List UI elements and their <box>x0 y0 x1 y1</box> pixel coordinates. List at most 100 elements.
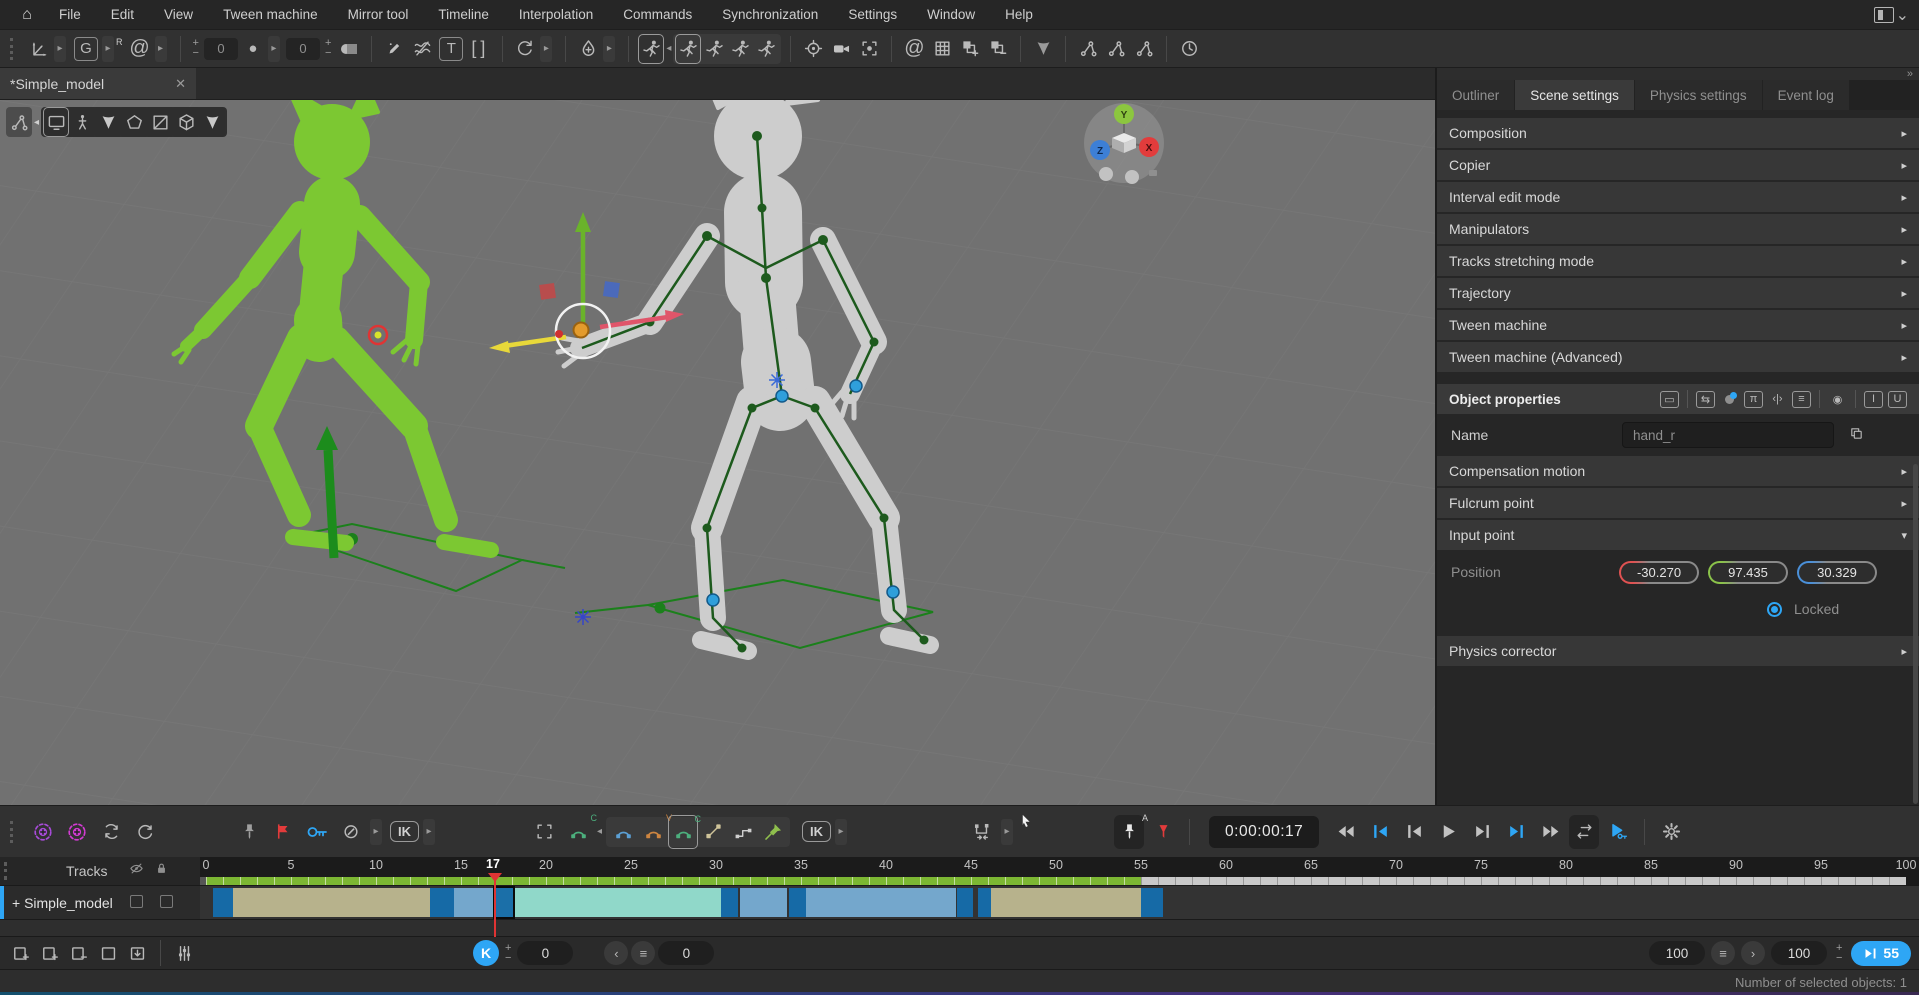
interval-value-left[interactable]: 0 <box>203 37 238 60</box>
track-segment-blue[interactable] <box>739 888 788 917</box>
pivot-target-button[interactable] <box>800 34 826 64</box>
trajectory-add-button[interactable] <box>575 34 601 64</box>
remove-layer-button[interactable] <box>985 34 1011 64</box>
track-mixer-button[interactable] <box>171 940 197 966</box>
cycle-tool-button[interactable] <box>512 34 538 64</box>
keyframe-flyout[interactable]: ▸ <box>267 35 280 62</box>
ik2-flyout[interactable]: ▸ <box>835 818 848 845</box>
section-copier[interactable]: Copier ▸ <box>1437 150 1919 180</box>
hide-tracks-icon[interactable] <box>129 861 144 881</box>
clear-interval-button[interactable] <box>95 940 121 966</box>
track-segment-khaki[interactable] <box>991 888 1141 917</box>
mesh-mode-button[interactable] <box>173 107 200 137</box>
code-props-icon[interactable]: ‹|› <box>1768 391 1787 408</box>
fulcrum-add-button[interactable] <box>28 815 58 849</box>
viewport-3d[interactable]: ◂ Y Z X <box>0 100 1435 805</box>
timer-button[interactable] <box>1176 34 1202 64</box>
menu-item-window[interactable]: Window <box>912 0 990 30</box>
jump-start-button[interactable] <box>1365 815 1395 849</box>
ghost-mode-button[interactable]: G <box>74 36 98 61</box>
layout-switcher[interactable]: ⌄ <box>1873 5 1919 25</box>
menu-item-tween-machine[interactable]: Tween machine <box>208 0 333 30</box>
filter-mode-button[interactable] <box>95 107 122 137</box>
empty-track-row[interactable] <box>0 920 1919 937</box>
point-props-icon[interactable] <box>1720 391 1739 408</box>
interval-stepper-right[interactable]: + − <box>322 38 334 59</box>
track-checkbox-1[interactable] <box>130 895 143 908</box>
camera-button[interactable] <box>828 34 854 64</box>
ghost-flyout[interactable]: ▸ <box>102 35 114 62</box>
menu-item-synchronization[interactable]: Synchronization <box>707 0 833 30</box>
track-segment-key[interactable] <box>721 888 739 917</box>
box-select-button[interactable] <box>147 107 174 137</box>
interp-bezier-button[interactable] <box>608 815 638 849</box>
scene-tab[interactable]: *Simple_model ✕ <box>0 68 196 99</box>
interp-continuous-button[interactable]: C <box>668 814 701 849</box>
retime-button[interactable] <box>967 815 997 849</box>
scale-stepper[interactable]: + − <box>1833 942 1845 963</box>
selection-frame-button[interactable] <box>529 815 559 849</box>
transform-flyout[interactable]: ▸ <box>54 35 66 62</box>
run-mode-4-button[interactable] <box>753 34 779 64</box>
close-icon[interactable]: ✕ <box>175 76 186 92</box>
autoposing-flyout[interactable]: ▸ <box>154 35 167 62</box>
run-mode-2-button[interactable] <box>701 34 727 64</box>
section-tween-machine-advanced[interactable]: Tween machine (Advanced) ▸ <box>1437 342 1919 372</box>
scale-value-field[interactable]: 100 <box>1648 941 1705 965</box>
select-joints-tool[interactable] <box>6 107 32 137</box>
transform-tool-button[interactable] <box>26 34 52 64</box>
offset-value[interactable]: 0 <box>517 941 574 965</box>
jump-end-button[interactable] <box>1501 815 1531 849</box>
play-button[interactable] <box>1433 815 1463 849</box>
axis-x-ball[interactable]: X <box>1139 137 1159 157</box>
toolbar-grip[interactable] <box>10 37 20 60</box>
stamp-key-button[interactable] <box>234 815 264 849</box>
trajectory-flyout[interactable]: ▸ <box>603 35 616 62</box>
spiral-button[interactable]: @ <box>901 34 927 64</box>
fast-forward-button[interactable] <box>1535 815 1565 849</box>
add-interval-button[interactable] <box>37 940 63 966</box>
scale-list-button[interactable]: ≡ <box>1710 941 1735 965</box>
i-props-icon[interactable]: I <box>1864 390 1883 408</box>
cycle-arrow2-button[interactable] <box>130 815 160 849</box>
text-tool-button[interactable]: T <box>439 36 464 61</box>
track-segment-key[interactable] <box>212 888 234 917</box>
cycle-arrows-button[interactable] <box>96 815 126 849</box>
timecode-display[interactable]: 0:00:00:17 <box>1209 815 1320 848</box>
panel-overflow-icon[interactable]: » <box>1907 68 1913 80</box>
joint-tool-3-button[interactable] <box>1131 34 1157 64</box>
menu-item-timeline[interactable]: Timeline <box>423 0 504 30</box>
position-x-field[interactable]: -30.270 <box>1619 561 1699 584</box>
import-interval-button[interactable] <box>124 940 150 966</box>
menu-item-settings[interactable]: Settings <box>833 0 912 30</box>
panel-tab-event-log[interactable]: Event log <box>1762 80 1849 110</box>
section-tween-machine[interactable]: Tween machine ▸ <box>1437 310 1919 340</box>
visual-mode-button[interactable] <box>199 107 226 137</box>
axis-y-ball[interactable]: Y <box>1114 104 1134 124</box>
inactive-range-strip[interactable] <box>1141 877 1906 885</box>
visualizer-button[interactable] <box>1030 34 1056 64</box>
menu-item-interpolation[interactable]: Interpolation <box>504 0 608 30</box>
active-range-strip[interactable] <box>206 877 1141 885</box>
fulcrum-add2-button[interactable] <box>62 815 92 849</box>
u-props-icon[interactable]: U <box>1888 390 1907 408</box>
section-tracks-stretching-mode[interactable]: Tracks stretching mode ▸ <box>1437 246 1919 276</box>
frame-selected-button[interactable] <box>856 34 882 64</box>
position-z-field[interactable]: 30.329 <box>1797 561 1877 584</box>
rewind-button[interactable] <box>1331 815 1361 849</box>
gizmo-center-handle[interactable] <box>572 321 590 339</box>
timeline-ruler[interactable]: 0 5 10 15 20 25 30 35 40 45 50 55 60 65 70 75 80 85 90 95 10… <box>200 857 1919 886</box>
brackets-tool-button[interactable]: [] <box>467 34 493 64</box>
track-content[interactable] <box>200 886 1919 920</box>
play-physics-button[interactable] <box>1603 815 1633 849</box>
screen-mode-button[interactable] <box>43 107 70 137</box>
ik-mode-button[interactable]: IK <box>390 821 419 842</box>
track-segment-keysel[interactable] <box>493 886 516 919</box>
flag-marker-button[interactable] <box>268 815 298 849</box>
panel-tab-scene-settings[interactable]: Scene settings <box>1515 80 1634 110</box>
grid-button[interactable] <box>929 34 955 64</box>
step-forward-button[interactable] <box>1467 815 1497 849</box>
panel-tab-physics-settings[interactable]: Physics settings <box>1634 80 1762 110</box>
transform-props-icon[interactable]: ⇆ <box>1696 390 1715 408</box>
track-segment-key[interactable] <box>430 888 455 917</box>
